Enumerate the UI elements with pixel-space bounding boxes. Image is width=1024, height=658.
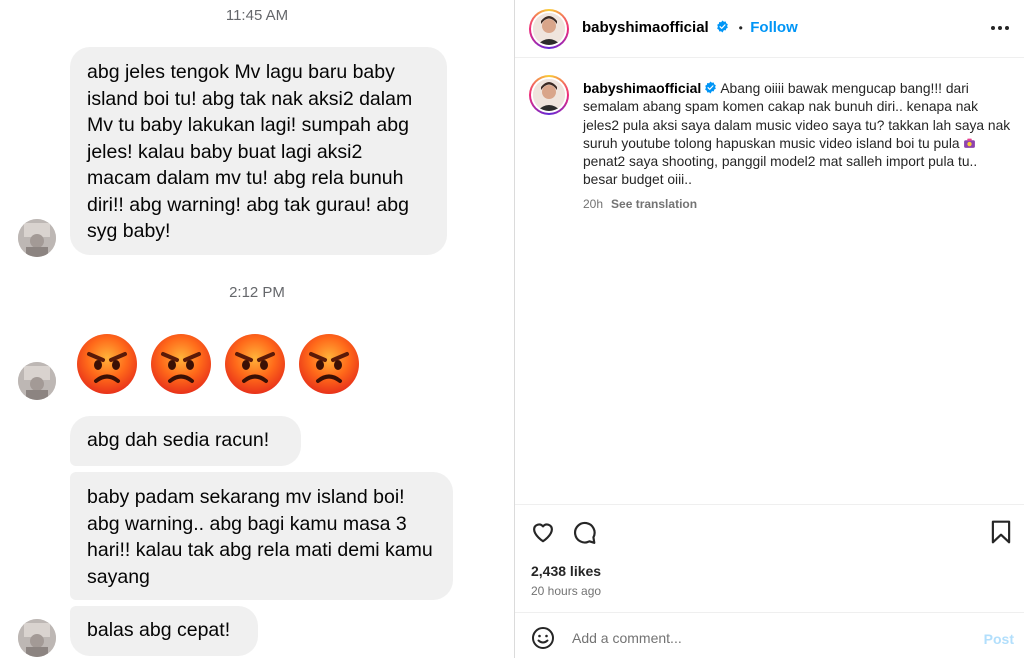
chat-timestamp: 11:45 AM — [225, 7, 289, 24]
comment-icon[interactable] — [571, 519, 597, 545]
post-caption: babyshimaofficial Abang oiiii bawak meng… — [583, 79, 1013, 190]
angry-face-emoji — [299, 334, 359, 394]
chat-timestamp: 2:12 PM — [229, 284, 285, 301]
post-time: 20 hours ago — [531, 584, 602, 598]
caption-avatar[interactable] — [529, 75, 569, 115]
caption-username[interactable]: babyshimaofficial — [583, 80, 701, 96]
instagram-post-panel: babyshimaofficial • Follow babyshimaoffi… — [515, 0, 1024, 658]
chat-message: baby padam sekarang mv island boi! abg w… — [70, 472, 453, 600]
angry-emoji-row — [75, 332, 361, 398]
chat-message: abg jeles tengok Mv lagu baru baby islan… — [70, 47, 447, 255]
actions-divider — [515, 504, 1024, 505]
verified-badge-icon — [705, 81, 717, 94]
sender-avatar[interactable] — [18, 619, 56, 657]
dot-separator: • — [738, 21, 743, 35]
comment-input[interactable] — [572, 630, 962, 646]
heart-icon[interactable] — [530, 519, 556, 545]
likes-count[interactable]: 2,438 likes — [531, 563, 601, 579]
caption-text-cont: penat2 saya shooting, panggil model2 mat… — [583, 154, 978, 188]
post-comment-button[interactable]: Post — [984, 631, 1014, 647]
bookmark-icon[interactable] — [988, 519, 1014, 545]
angry-face-emoji — [225, 334, 285, 394]
chat-message: balas abg cepat! — [70, 606, 258, 656]
angry-face-emoji — [151, 334, 211, 394]
caption-time: 20h — [583, 197, 604, 211]
more-options-icon[interactable] — [990, 20, 1010, 36]
angry-face-emoji — [77, 334, 137, 394]
chat-panel: 11:45 AM abg jeles tengok Mv lagu baru b… — [0, 0, 514, 658]
camera-emoji-icon — [963, 138, 975, 148]
follow-button[interactable]: Follow — [750, 19, 798, 36]
sender-avatar[interactable] — [18, 362, 56, 400]
verified-badge-icon — [717, 20, 728, 33]
chat-message: abg dah sedia racun! — [70, 416, 301, 466]
sender-avatar[interactable] — [18, 219, 56, 257]
post-header: babyshimaofficial • Follow — [515, 0, 1024, 58]
header-user-row: babyshimaofficial • Follow — [582, 19, 798, 37]
profile-avatar[interactable] — [529, 9, 569, 49]
comment-divider — [515, 612, 1024, 613]
see-translation-link[interactable]: See translation — [611, 197, 697, 211]
username-link[interactable]: babyshimaofficial — [582, 19, 709, 36]
caption-meta: 20h See translation — [583, 197, 697, 211]
emoji-smile-icon[interactable] — [531, 626, 555, 650]
